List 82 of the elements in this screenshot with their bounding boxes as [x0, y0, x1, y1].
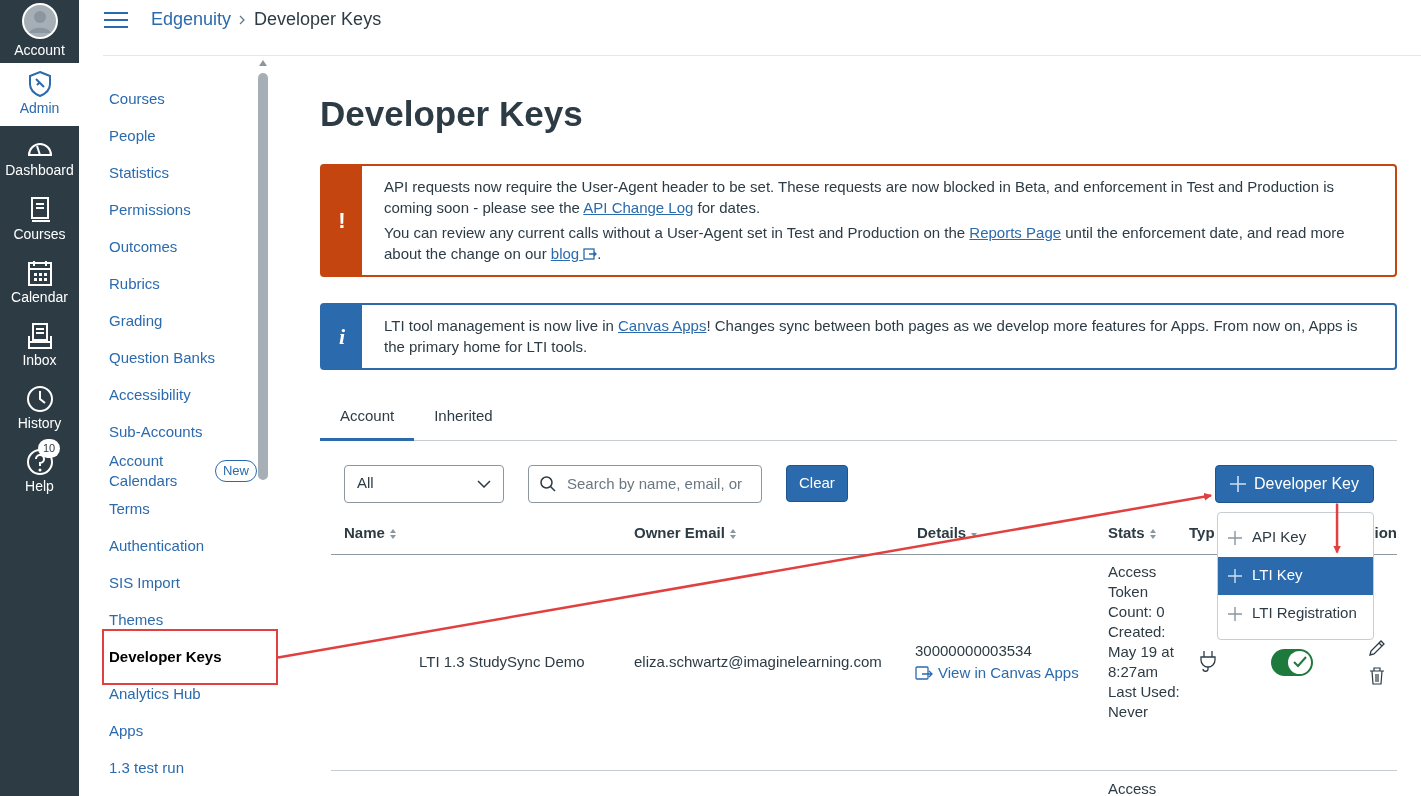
- breadcrumb-link[interactable]: Edgenuity: [151, 6, 232, 33]
- alert-icon: i: [322, 305, 362, 368]
- search-field[interactable]: Search by name, email, or: [528, 464, 762, 503]
- alert-text: API requests now require the User-Agent header to be set. These requests are now blocked in Beta, and enforcement in Test and Production is coming soon - please see the API Change Log for dates.: [384, 177, 1335, 218]
- table-cell-text: Access: [1108, 778, 1158, 796]
- check-icon: [1292, 656, 1307, 668]
- chevron-icon: [239, 14, 247, 25]
- sidebar-item[interactable]: Grading: [109, 302, 261, 339]
- trash-icon[interactable]: [1368, 667, 1385, 685]
- sidebar-item[interactable]: Permissions: [109, 191, 261, 228]
- plus-icon: [1228, 568, 1242, 583]
- table-cell: Access Token Count: 0 Created: May 19 at 8:27am Last Used: Never: [1108, 561, 1180, 722]
- page-title: Developer Keys: [320, 93, 584, 135]
- clear-button[interactable]: Clear: [786, 465, 848, 502]
- sidebar-item[interactable]: Rubrics: [109, 265, 261, 302]
- nav-item[interactable]: Calendar: [0, 252, 79, 315]
- plus-icon: [1228, 530, 1242, 545]
- sidebar-item[interactable]: Accessibility: [109, 376, 261, 413]
- avatar-icon: [20, 2, 59, 40]
- menu-item[interactable]: LTI Key: [1218, 556, 1373, 595]
- column-header: Owner Email: [634, 523, 725, 544]
- plus-icon: [1228, 606, 1242, 621]
- toggle-switch[interactable]: [1271, 648, 1313, 676]
- add-developer-key-button[interactable]: Developer Key: [1215, 464, 1374, 503]
- table-cell-text: LTI 1.3 StudySync Demo: [418, 651, 585, 672]
- tab[interactable]: Inherited: [414, 396, 513, 441]
- column-header: Details: [917, 523, 967, 544]
- menu-item[interactable]: LTI Registration: [1218, 594, 1373, 633]
- sidebar-item[interactable]: Analytics Hub: [109, 675, 261, 712]
- sidebar-item[interactable]: SIS Import: [109, 564, 261, 601]
- sidebar-item[interactable]: Terms: [109, 490, 261, 527]
- clock-icon: [25, 385, 54, 413]
- nav-item[interactable]: Inbox: [0, 315, 79, 378]
- plug-icon: [1199, 650, 1217, 674]
- sidebar-item[interactable]: Developer Keys: [109, 638, 268, 675]
- breadcrumb-current: Developer Keys: [254, 8, 382, 31]
- nav-item[interactable]: Dashboard: [0, 126, 79, 189]
- sidebar-item[interactable]: Themes: [109, 601, 261, 638]
- view-link[interactable]: View in Canvas Apps: [915, 662, 1079, 685]
- search-icon: [540, 475, 556, 492]
- tab[interactable]: Account: [320, 396, 415, 441]
- alert-text: You can review any current calls without a User-Agent set in Test and Production on the Reports Page until the enforcement date, and read more about the change on our blog .: [384, 223, 1346, 264]
- nav-item[interactable]: History: [0, 378, 79, 441]
- column-header: Stats: [1108, 523, 1145, 544]
- table-cell-text: eliza.schwartz@imaginelearning.com: [634, 651, 882, 672]
- column-header: ion: [1374, 523, 1397, 544]
- text-link[interactable]: blog: [550, 244, 598, 262]
- column-header: Name: [344, 523, 385, 544]
- sidebar-item[interactable]: Question Banks: [109, 339, 261, 376]
- sidebar-item[interactable]: Courses: [109, 80, 261, 117]
- external-link-icon: [915, 666, 933, 681]
- inbox-icon: [26, 322, 53, 350]
- filter-select[interactable]: All: [344, 464, 504, 503]
- sidebar-item[interactable]: Account Calendars New: [109, 450, 261, 491]
- sidebar-item[interactable]: Statistics: [109, 154, 261, 191]
- column-header: Typ: [1189, 523, 1215, 544]
- sidebar-item[interactable]: 1.3 test run: [109, 749, 261, 786]
- external-link-icon: [583, 247, 598, 260]
- nav-item[interactable]: Account: [0, 0, 79, 63]
- sidebar-item[interactable]: Authentication: [109, 527, 261, 564]
- menu-icon: [103, 9, 129, 30]
- text-link[interactable]: Reports Page: [969, 224, 1062, 241]
- nav-item[interactable]: Courses: [0, 189, 79, 252]
- nav-item[interactable]: Admin: [0, 63, 79, 126]
- alert-text: LTI tool management is now live in Canvas Apps! Changes sync between both pages as we develop more features for Apps. From now on, Apps is the primary home for LTI tools.: [384, 316, 1359, 357]
- sidebar-item[interactable]: Outcomes: [109, 228, 261, 265]
- sidebar-item[interactable]: Apps: [109, 712, 261, 749]
- nav-item[interactable]: Help 10: [0, 441, 79, 504]
- plus-icon: [1230, 475, 1247, 492]
- shield-icon: [26, 70, 53, 98]
- chevron-down-icon: [477, 479, 491, 488]
- notification-badge: 10: [38, 439, 61, 458]
- annotation-arrow: [1333, 503, 1342, 554]
- text-link[interactable]: API Change Log: [583, 198, 694, 216]
- pencil-icon[interactable]: [1367, 639, 1386, 657]
- alert-icon: !: [322, 166, 362, 275]
- menu-item[interactable]: API Key: [1218, 518, 1373, 557]
- table-cell-text: 30000000003534: [915, 640, 1032, 661]
- sidebar-item[interactable]: People: [109, 117, 261, 154]
- sidebar-item[interactable]: Sub-Accounts: [109, 413, 261, 450]
- text-link[interactable]: Canvas Apps: [618, 317, 707, 334]
- calendar-icon: [26, 259, 53, 287]
